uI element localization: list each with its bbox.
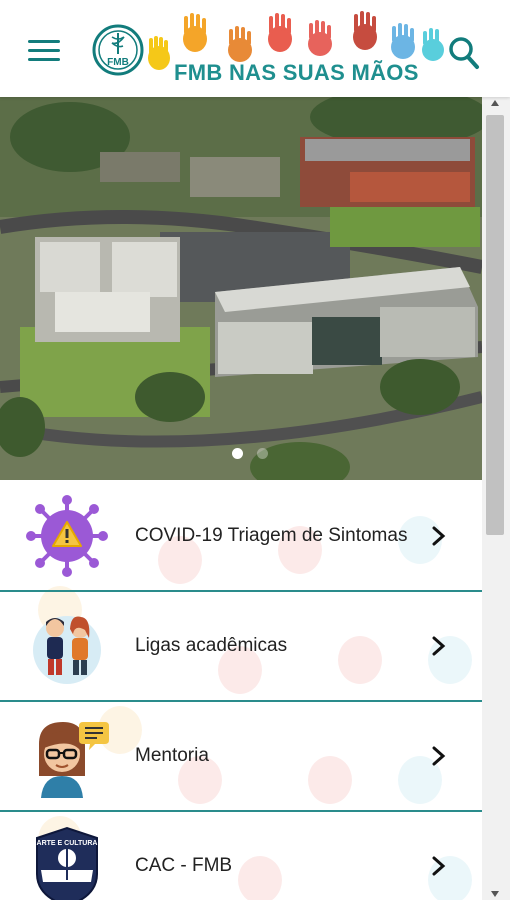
vertical-scrollbar[interactable] <box>482 97 510 900</box>
carousel-dot[interactable] <box>257 448 268 459</box>
campus-aerial-photo <box>0 97 482 480</box>
hamburger-menu-icon <box>28 40 60 43</box>
chevron-right-icon <box>432 526 446 546</box>
hero-carousel[interactable] <box>0 97 482 480</box>
scroll-down-arrow-icon[interactable] <box>491 891 499 897</box>
list-item-label: Ligas acadêmicas <box>135 635 288 656</box>
list-item-ligas-academicas[interactable]: Ligas acadêmicas <box>0 590 482 702</box>
virus-warning-icon <box>26 495 108 577</box>
chevron-right-icon <box>432 746 446 766</box>
carousel-dot-active[interactable] <box>232 448 243 459</box>
list-item-label: CAC - FMB <box>135 855 233 876</box>
search-icon[interactable] <box>448 36 480 70</box>
cac-shield-icon: ARTE E CULTURA <box>36 826 98 900</box>
menu-list: COVID-19 Triagem de Sintomas Ligas acadê… <box>0 480 482 900</box>
fmb-logo: FMB <box>92 24 144 76</box>
cac-badge-text: ARTE E CULTURA <box>37 840 98 847</box>
list-item-covid-triage[interactable]: COVID-19 Triagem de Sintomas <box>0 480 482 592</box>
list-item-label: COVID-19 Triagem de Sintomas <box>135 525 408 546</box>
list-item-mentoria[interactable]: Mentoria <box>0 700 482 812</box>
scroll-up-arrow-icon[interactable] <box>491 100 499 106</box>
chevron-right-icon <box>432 856 446 876</box>
hamburger-menu-button[interactable] <box>28 40 62 64</box>
app-header: FMB FMB NAS SUAS MÃOS <box>0 0 510 97</box>
logo-text: FMB <box>107 57 129 68</box>
list-item-label: Mentoria <box>135 745 209 766</box>
scrollbar-thumb[interactable] <box>486 115 504 535</box>
mentor-chat-icon <box>39 722 109 798</box>
app-title: FMB NAS SUAS MÃOS <box>174 60 419 85</box>
students-icon <box>33 616 101 684</box>
chevron-right-icon <box>432 636 446 656</box>
list-item-cac-fmb[interactable]: ARTE E CULTURA CAC - FMB <box>0 810 482 900</box>
